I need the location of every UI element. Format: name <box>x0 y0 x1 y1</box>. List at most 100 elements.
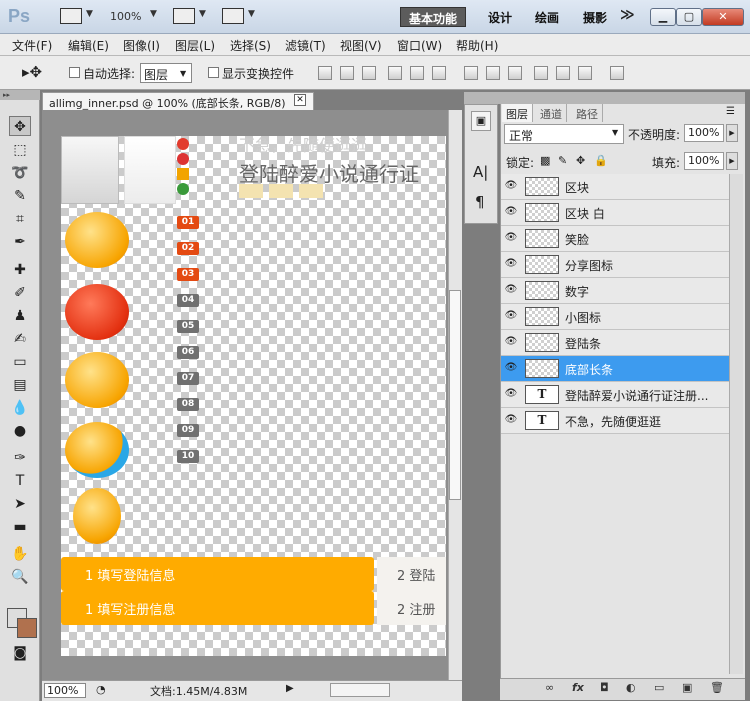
align-hcenter-icon[interactable] <box>410 66 424 80</box>
align-top-icon[interactable] <box>318 66 332 80</box>
layer-row[interactable]: 👁 数字 <box>501 278 729 304</box>
blend-mode-select[interactable]: 正常 <box>504 124 624 144</box>
lock-all-icon[interactable]: 🔒 <box>594 154 608 167</box>
eye-icon[interactable]: 👁 <box>504 388 518 400</box>
layer-row[interactable]: 👁 分享图标 <box>501 252 729 278</box>
hand-tool-icon[interactable]: ✋ <box>9 544 31 564</box>
tab-channels[interactable]: 通道 <box>536 104 567 122</box>
brush-tool-icon[interactable]: ✐ <box>9 283 31 303</box>
distribute-right-icon[interactable] <box>578 66 592 80</box>
layers-vertical-scrollbar[interactable] <box>729 174 743 674</box>
chevron-down-icon[interactable]: ▼ <box>199 9 206 19</box>
marquee-tool-icon[interactable]: ⬚ <box>9 140 31 160</box>
blur-tool-icon[interactable]: 💧 <box>9 398 31 418</box>
tab-paths[interactable]: 路径 <box>572 104 603 122</box>
zoom-input[interactable]: 100% <box>44 683 86 698</box>
eye-icon[interactable]: 👁 <box>504 232 518 244</box>
layer-row[interactable]: 👁 笑脸 <box>501 226 729 252</box>
screen-mode-icon[interactable] <box>222 8 244 24</box>
align-left-icon[interactable] <box>388 66 402 80</box>
distribute-bottom-icon[interactable] <box>508 66 522 80</box>
layer-row[interactable]: 👁 登陆条 <box>501 330 729 356</box>
move-tool-icon[interactable]: ✥ <box>9 116 31 136</box>
panel-dock-header[interactable] <box>464 92 745 104</box>
eye-icon[interactable]: 👁 <box>504 284 518 296</box>
more-workspaces-icon[interactable]: ≫ <box>620 7 635 23</box>
zoom-level-select[interactable]: 100% <box>110 10 141 23</box>
menu-filter[interactable]: 滤镜(T) <box>285 37 326 54</box>
layer-row[interactable]: 👁 T 登陆醉爱小说通行证注册... <box>501 382 729 408</box>
eye-icon[interactable]: 👁 <box>504 336 518 348</box>
document-tab[interactable]: allimg_inner.psd @ 100% (底部长条, RGB/8) <box>42 92 314 110</box>
close-icon[interactable]: ✕ <box>294 94 306 106</box>
distribute-left-icon[interactable] <box>534 66 548 80</box>
fill-arrow-icon[interactable]: ▶ <box>726 152 738 170</box>
show-transform-checkbox[interactable] <box>208 67 219 78</box>
arrange-documents-icon[interactable] <box>173 8 195 24</box>
eye-icon[interactable]: 👁 <box>504 206 518 218</box>
chevron-down-icon[interactable]: ▼ <box>150 9 157 19</box>
chevron-down-icon[interactable]: ▼ <box>248 9 255 19</box>
healing-brush-tool-icon[interactable]: ✚ <box>9 260 31 280</box>
panel-menu-icon[interactable]: ☰ <box>726 106 735 117</box>
menu-view[interactable]: 视图(V) <box>340 37 382 54</box>
link-layers-icon[interactable]: ∞ <box>545 681 554 694</box>
workspace-painting-button[interactable]: 绘画 <box>527 7 567 27</box>
lock-transparency-icon[interactable]: ▩ <box>540 154 550 167</box>
layer-row-selected[interactable]: 👁 底部长条 <box>501 356 729 382</box>
pen-tool-icon[interactable]: ✑ <box>9 448 31 468</box>
toolbox-header[interactable]: ▸▸ <box>0 90 40 100</box>
adjustment-layer-icon[interactable]: ◐ <box>626 681 636 694</box>
workspace-essentials-button[interactable]: 基本功能 <box>400 7 467 27</box>
canvas-horizontal-scroll-thumb[interactable] <box>330 683 390 697</box>
eye-icon[interactable]: 👁 <box>504 414 518 426</box>
document-canvas[interactable]: 不急，先随便逛逛 登陆醉爱小说通行证 01 02 03 04 05 06 07 … <box>61 136 446 656</box>
opacity-arrow-icon[interactable]: ▶ <box>726 124 738 142</box>
delete-layer-icon[interactable]: 🗑 <box>710 681 724 694</box>
align-vcenter-icon[interactable] <box>340 66 354 80</box>
history-brush-tool-icon[interactable]: ✍ <box>9 329 31 349</box>
minimize-button[interactable]: ▁ <box>650 8 676 26</box>
move-tool-icon[interactable]: ▸✥ <box>22 63 42 81</box>
auto-align-icon[interactable] <box>610 66 624 80</box>
distribute-hcenter-icon[interactable] <box>556 66 570 80</box>
lock-pixels-icon[interactable]: ✎ <box>558 154 567 167</box>
quick-select-tool-icon[interactable]: ✎ <box>9 186 31 206</box>
eye-icon[interactable]: 👁 <box>504 310 518 322</box>
align-right-icon[interactable] <box>432 66 446 80</box>
workspace-photography-button[interactable]: 摄影 <box>575 7 615 27</box>
eye-icon[interactable]: 👁 <box>504 362 518 374</box>
canvas-vertical-scroll-thumb[interactable] <box>449 290 461 500</box>
close-button[interactable]: ✕ <box>702 8 744 26</box>
new-layer-icon[interactable]: ▣ <box>682 681 692 694</box>
eraser-tool-icon[interactable]: ▭ <box>9 352 31 372</box>
layer-row[interactable]: 👁 区块 <box>501 174 729 200</box>
status-menu-icon[interactable]: ◔ <box>96 683 106 696</box>
type-tool-icon[interactable]: T <box>9 471 31 491</box>
eye-icon[interactable]: 👁 <box>504 258 518 270</box>
menu-file[interactable]: 文件(F) <box>12 37 52 54</box>
distribute-vcenter-icon[interactable] <box>486 66 500 80</box>
workspace-design-button[interactable]: 设计 <box>480 7 520 27</box>
history-icon[interactable]: ▣ <box>471 111 491 131</box>
layer-row[interactable]: 👁 小图标 <box>501 304 729 330</box>
clone-stamp-tool-icon[interactable]: ♟ <box>9 306 31 326</box>
gradient-tool-icon[interactable]: ▤ <box>9 375 31 395</box>
menu-edit[interactable]: 编辑(E) <box>68 37 109 54</box>
lasso-tool-icon[interactable]: ➰ <box>9 163 31 183</box>
distribute-top-icon[interactable] <box>464 66 478 80</box>
new-group-icon[interactable]: ▭ <box>654 681 664 694</box>
shape-tool-icon[interactable]: ▬ <box>9 517 31 537</box>
layer-style-icon[interactable]: fx <box>572 681 584 694</box>
background-color-swatch[interactable] <box>17 618 37 638</box>
layer-row[interactable]: 👁 区块 白 <box>501 200 729 226</box>
zoom-tool-icon[interactable]: 🔍 <box>9 567 31 587</box>
layer-row[interactable]: 👁 T 不急，先随便逛逛 <box>501 408 729 434</box>
add-mask-icon[interactable]: ◘ <box>600 681 609 694</box>
quick-mask-icon[interactable]: ◙ <box>9 643 31 663</box>
menu-image[interactable]: 图像(I) <box>123 37 160 54</box>
paragraph-icon[interactable]: ¶ <box>475 193 485 211</box>
align-bottom-icon[interactable] <box>362 66 376 80</box>
menu-select[interactable]: 选择(S) <box>230 37 271 54</box>
crop-tool-icon[interactable]: ⌗ <box>9 209 31 229</box>
